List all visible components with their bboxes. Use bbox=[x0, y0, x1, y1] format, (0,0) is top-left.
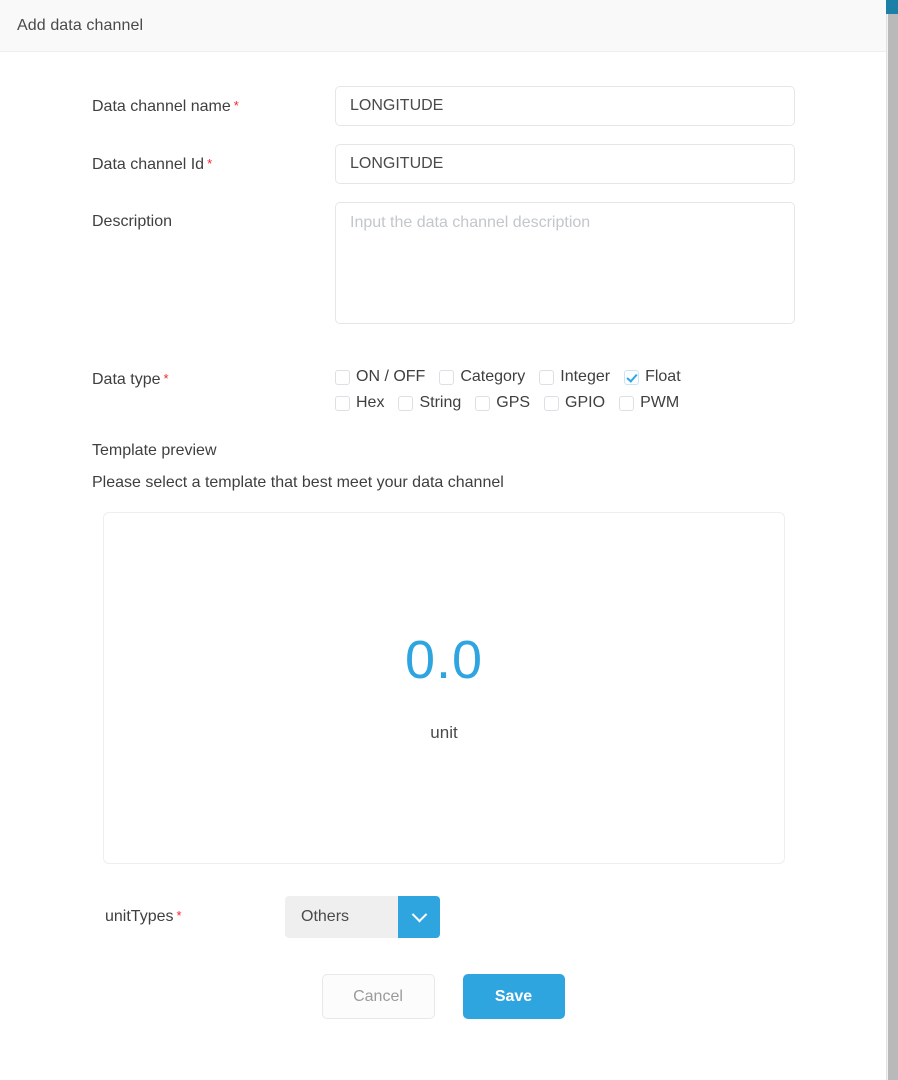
vertical-scrollbar[interactable] bbox=[886, 0, 898, 1080]
label-data-type: Data type* bbox=[92, 359, 335, 390]
template-preview-subtitle: Please select a template that best meet … bbox=[92, 474, 886, 492]
checkbox-label: Category bbox=[460, 368, 525, 386]
required-asterisk: * bbox=[176, 908, 181, 923]
checkbox-box-icon[interactable] bbox=[335, 396, 350, 411]
checkbox-gpio[interactable]: GPIO bbox=[544, 394, 605, 412]
cancel-button[interactable]: Cancel bbox=[322, 974, 435, 1019]
field-row-data-type: Data type* ON / OFF Category Integer bbox=[0, 359, 886, 416]
checkbox-checked-icon[interactable] bbox=[624, 370, 639, 385]
checkbox-box-icon[interactable] bbox=[398, 396, 413, 411]
preview-value: 0.0 bbox=[405, 633, 483, 687]
label-channel-id: Data channel Id* bbox=[92, 144, 335, 175]
required-asterisk: * bbox=[207, 156, 212, 171]
checkbox-category[interactable]: Category bbox=[439, 368, 525, 386]
checkbox-hex[interactable]: Hex bbox=[335, 394, 384, 412]
add-data-channel-dialog: Add data channel Data channel name* Data… bbox=[0, 0, 886, 1080]
checkbox-pwm[interactable]: PWM bbox=[619, 394, 679, 412]
field-row-channel-name: Data channel name* bbox=[0, 86, 886, 126]
unit-types-selected-value[interactable]: Others bbox=[285, 896, 398, 938]
field-row-unit-types: unitTypes* Others bbox=[0, 896, 886, 938]
channel-name-input[interactable] bbox=[335, 86, 795, 126]
checkbox-on-off[interactable]: ON / OFF bbox=[335, 368, 425, 386]
checkbox-integer[interactable]: Integer bbox=[539, 368, 610, 386]
checkbox-label: Float bbox=[645, 368, 681, 386]
checkbox-label: PWM bbox=[640, 394, 679, 412]
checkbox-box-icon[interactable] bbox=[475, 396, 490, 411]
data-type-row-1: ON / OFF Category Integer Float bbox=[335, 364, 795, 390]
save-button[interactable]: Save bbox=[463, 974, 565, 1019]
chevron-down-glyph bbox=[411, 906, 427, 922]
checkbox-label: Integer bbox=[560, 368, 610, 386]
label-channel-name-text: Data channel name bbox=[92, 98, 231, 115]
template-preview-section: Template preview Please select a templat… bbox=[0, 442, 886, 864]
checkbox-float[interactable]: Float bbox=[624, 368, 681, 386]
label-channel-id-text: Data channel Id bbox=[92, 156, 204, 173]
checkbox-label: Hex bbox=[356, 394, 384, 412]
data-type-checkbox-group: ON / OFF Category Integer Float bbox=[335, 359, 795, 416]
label-unit-types-text: unitTypes bbox=[105, 908, 173, 925]
dialog-header: Add data channel bbox=[0, 0, 886, 52]
scrollbar-top-marker bbox=[886, 0, 898, 14]
field-channel-id bbox=[335, 144, 795, 184]
label-channel-name: Data channel name* bbox=[92, 86, 335, 117]
unit-types-select[interactable]: Others bbox=[285, 896, 440, 938]
checkbox-label: String bbox=[419, 394, 461, 412]
checkbox-box-icon[interactable] bbox=[335, 370, 350, 385]
field-row-channel-id: Data channel Id* bbox=[0, 144, 886, 184]
preview-unit: unit bbox=[430, 723, 457, 743]
checkbox-box-icon[interactable] bbox=[539, 370, 554, 385]
description-textarea[interactable] bbox=[335, 202, 795, 324]
checkbox-label: GPS bbox=[496, 394, 530, 412]
checkbox-string[interactable]: String bbox=[398, 394, 461, 412]
field-channel-name bbox=[335, 86, 795, 126]
required-asterisk: * bbox=[163, 371, 168, 386]
checkbox-box-icon[interactable] bbox=[619, 396, 634, 411]
dialog-title: Add data channel bbox=[17, 17, 143, 35]
checkbox-label: ON / OFF bbox=[356, 368, 425, 386]
checkbox-label: GPIO bbox=[565, 394, 605, 412]
chevron-down-icon[interactable] bbox=[398, 896, 440, 938]
checkbox-box-icon[interactable] bbox=[544, 396, 559, 411]
template-preview-card[interactable]: 0.0 unit bbox=[103, 512, 785, 864]
dialog-footer: Cancel Save bbox=[0, 974, 886, 1019]
channel-id-input[interactable] bbox=[335, 144, 795, 184]
required-asterisk: * bbox=[234, 98, 239, 113]
label-data-type-text: Data type bbox=[92, 371, 160, 388]
template-preview-title: Template preview bbox=[92, 442, 886, 460]
field-description bbox=[335, 202, 795, 329]
label-description: Description bbox=[92, 202, 335, 232]
dialog-body: Data channel name* Data channel Id* Desc… bbox=[0, 52, 886, 1080]
scrollbar-thumb[interactable] bbox=[888, 0, 898, 1080]
checkbox-box-icon[interactable] bbox=[439, 370, 454, 385]
field-row-description: Description bbox=[0, 202, 886, 329]
data-type-row-2: Hex String GPS GPIO bbox=[335, 390, 795, 416]
label-unit-types: unitTypes* bbox=[105, 908, 285, 926]
checkbox-gps[interactable]: GPS bbox=[475, 394, 530, 412]
